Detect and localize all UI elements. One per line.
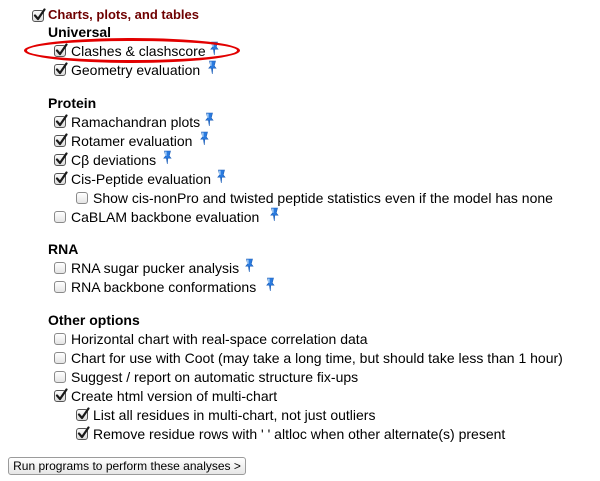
fixups-checkbox[interactable] [54,371,66,383]
help-pin-icon[interactable] [266,277,275,292]
geometry-label: Geometry evaluation [71,62,201,78]
list-all-residues-label: List all residues in multi-chart, not ju… [93,407,376,423]
remove-altloc-checkbox[interactable] [76,426,90,440]
rotamer-label: Rotamer evaluation [71,133,193,149]
ramachandran-label: Ramachandran plots [71,114,201,130]
cis-peptide-label: Cis-Peptide evaluation [71,171,212,187]
group-heading-universal: Universal [48,24,112,40]
fixups-label: Suggest / report on automatic structure … [71,369,359,385]
cablam-label: CaBLAM backbone evaluation [71,209,260,225]
help-pin-icon[interactable] [163,150,172,165]
cis-nonpro-checkbox[interactable] [76,192,88,204]
cis-peptide-checkbox[interactable] [54,171,68,185]
rotamer-checkbox[interactable] [54,133,68,147]
cis-nonpro-label: Show cis-nonPro and twisted peptide stat… [93,190,553,206]
help-pin-icon[interactable] [205,112,214,127]
group-heading-rna: RNA [48,241,79,257]
html-multichart-label: Create html version of multi-chart [71,388,278,404]
clashes-checkbox[interactable] [54,43,68,57]
cbeta-checkbox[interactable] [54,152,68,166]
geometry-checkbox[interactable] [54,62,68,76]
section-title: Charts, plots, and tables [48,7,199,22]
help-pin-icon[interactable] [217,169,226,184]
cbeta-label: Cβ deviations [71,152,157,168]
list-all-residues-checkbox[interactable] [76,407,90,421]
cablam-checkbox[interactable] [54,211,66,223]
horizontal-chart-label: Horizontal chart with real-space correla… [71,331,368,347]
coot-chart-label: Chart for use with Coot (may take a long… [71,350,563,366]
coot-chart-checkbox[interactable] [54,352,66,364]
rna-pucker-checkbox[interactable] [54,262,66,274]
group-heading-protein: Protein [48,95,97,111]
help-pin-icon[interactable] [245,258,254,273]
charts-plots-tables-checkbox[interactable] [32,8,46,22]
ramachandran-checkbox[interactable] [54,114,68,128]
horizontal-chart-checkbox[interactable] [54,333,66,345]
help-pin-icon[interactable] [208,60,217,75]
rna-pucker-label: RNA sugar pucker analysis [71,260,240,276]
help-pin-icon[interactable] [200,131,209,146]
help-pin-icon[interactable] [210,41,219,56]
html-multichart-checkbox[interactable] [54,388,68,402]
run-programs-button[interactable]: Run programs to perform these analyses > [8,457,246,475]
clashes-label: Clashes & clashscore [71,43,206,59]
rna-backbone-label: RNA backbone conformations [71,279,257,295]
remove-altloc-label: Remove residue rows with ' ' altloc when… [93,426,506,442]
group-heading-other-options: Other options [48,312,140,328]
help-pin-icon[interactable] [270,207,279,222]
rna-backbone-checkbox[interactable] [54,281,66,293]
